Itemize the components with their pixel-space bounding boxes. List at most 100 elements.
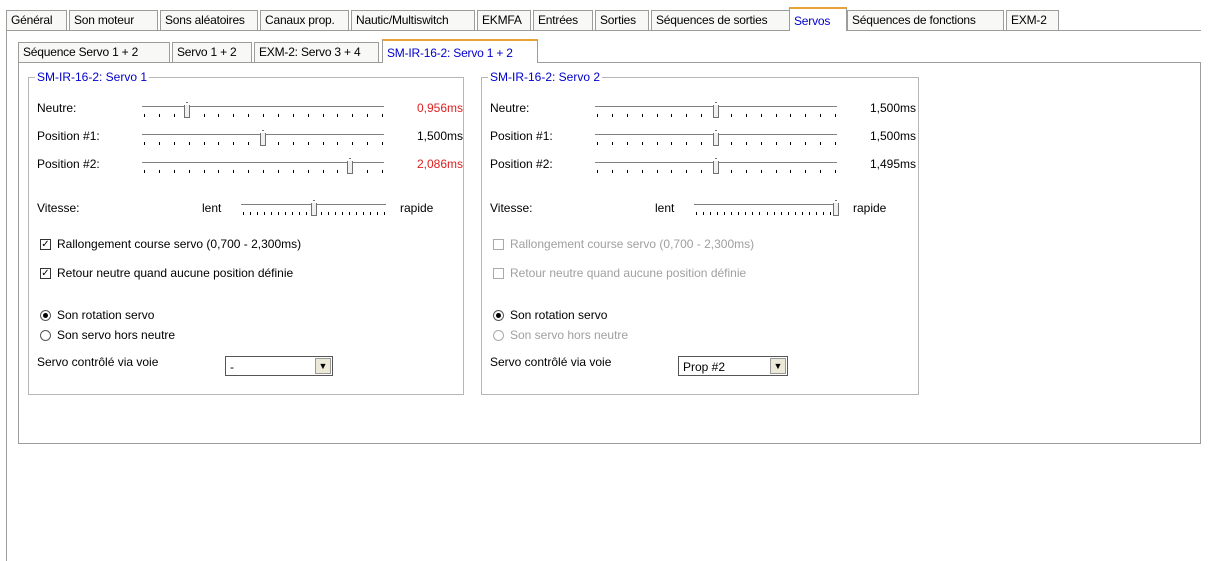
return-neutral-checkbox[interactable]: ✓ [40,268,51,279]
slider-tick [830,212,831,215]
slider-tick [746,170,747,173]
slider-tick [816,212,817,215]
tab-sons-aleatoires[interactable]: Sons aléatoires [160,10,258,30]
off-neutral-sound-radio [493,330,504,341]
slider-tick [250,212,251,215]
speed-fast-label: rapide [400,201,434,215]
subtab-sm-ir-16-2[interactable]: SM-IR-16-2: Servo 1 + 2 [382,39,538,63]
slider-thumb[interactable] [713,130,719,146]
slider-thumb[interactable] [184,102,190,118]
speed-slider[interactable] [241,200,386,216]
slider-thumb[interactable] [260,130,266,146]
return-neutral-label: Retour neutre quand aucune position défi… [510,266,747,280]
slider-tick [292,212,293,215]
slider-tick [752,212,753,215]
speed-slider[interactable] [694,200,839,216]
slider-tick [278,114,279,117]
slider-tick [352,142,353,145]
slider-tick [696,212,697,215]
slider-tick [174,170,175,173]
tab-exm-2[interactable]: EXM-2 [1006,10,1059,30]
extended-travel-checkbox[interactable]: ✓ [40,239,51,250]
tab-sequences-de-sorties[interactable]: Séquences de sorties [651,10,791,30]
slider-tick [233,170,234,173]
neutral-slider[interactable] [595,102,837,118]
slider-tick [597,114,598,117]
slider-tick [790,170,791,173]
slider-tick [159,170,160,173]
slider-tick [820,142,821,145]
slider-tick [776,170,777,173]
slider-tick [204,142,205,145]
subtab-servo-1-2[interactable]: Servo 1 + 2 [172,42,252,62]
slider-thumb[interactable] [347,158,353,174]
slider-tick [686,114,687,117]
chevron-down-icon[interactable]: ▼ [770,358,786,374]
slider-tick [174,142,175,145]
tab-nautic-multiswitch[interactable]: Nautic/Multiswitch [351,10,475,30]
subtab-sequence-servo[interactable]: Séquence Servo 1 + 2 [18,42,170,62]
chevron-down-icon[interactable]: ▼ [315,358,331,374]
slider-tick [809,212,810,215]
slider-thumb[interactable] [833,200,839,216]
slider-thumb[interactable] [311,200,317,216]
extended-travel-label: Rallongement course servo (0,700 - 2,300… [57,237,302,251]
slider-tick [321,212,322,215]
slider-tick [805,170,806,173]
tab-ekmfa[interactable]: EKMFA [477,10,531,30]
rotation-sound-radio[interactable] [40,310,51,321]
slider-tick [657,170,658,173]
speed-label: Vitesse: [490,201,533,215]
slider-thumb[interactable] [713,158,719,174]
pos2-slider[interactable] [595,158,837,174]
channel-select-value: Prop #2 [683,360,726,374]
speed-slow-label: lent [202,201,222,215]
slider-tick [248,170,249,173]
slider-tick [356,212,357,215]
slider-tick [204,170,205,173]
slider-tick [724,212,725,215]
pos1-slider[interactable] [142,130,384,146]
tab-sequences-de-fonctions[interactable]: Séquences de fonctions [847,10,1004,30]
slider-tick [805,142,806,145]
slider-tick [159,114,160,117]
slider-tick [820,114,821,117]
slider-tick [233,114,234,117]
slider-tick [612,114,613,117]
slider-tick [218,142,219,145]
slider-tick [642,170,643,173]
slider-thumb[interactable] [713,102,719,118]
tab-servos[interactable]: Servos [789,7,847,31]
slider-tick [285,212,286,215]
slider-ticks [142,114,384,117]
pos2-slider[interactable] [142,158,384,174]
tab-sorties[interactable]: Sorties [595,10,649,30]
slider-tick [746,114,747,117]
off-neutral-sound-radio[interactable] [40,330,51,341]
slider-tick [323,114,324,117]
slider-tick [243,212,244,215]
tab-son-moteur[interactable]: Son moteur [69,10,158,30]
pos1-slider[interactable] [595,130,837,146]
slider-tick [710,212,711,215]
slider-tick [342,212,343,215]
neutral-slider[interactable] [142,102,384,118]
tab-canaux-prop[interactable]: Canaux prop. [260,10,349,30]
slider-tick [802,212,803,215]
slider-track [694,204,839,206]
channel-select[interactable]: Prop #2 ▼ [678,356,788,376]
rotation-sound-radio[interactable] [493,310,504,321]
subtab-exm2-servo-3-4[interactable]: EXM-2: Servo 3 + 4 [254,42,379,62]
slider-tick [731,114,732,117]
slider-tick [790,114,791,117]
slider-tick [761,142,762,145]
slider-tick [271,212,272,215]
slider-tick [788,212,789,215]
slider-tick [218,114,219,117]
channel-select[interactable]: - ▼ [225,356,333,376]
slider-tick [612,170,613,173]
slider-tick [776,142,777,145]
slider-tick [790,142,791,145]
tab-general[interactable]: Général [6,10,67,30]
tab-entrees[interactable]: Entrées [533,10,593,30]
